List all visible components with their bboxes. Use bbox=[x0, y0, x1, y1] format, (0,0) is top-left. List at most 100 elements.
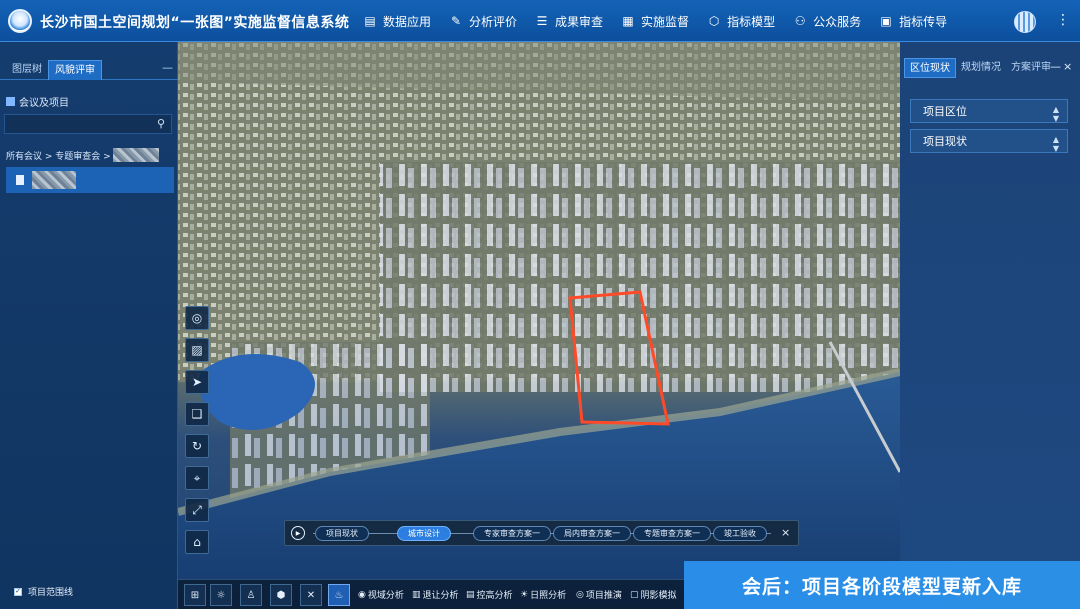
person-icon[interactable]: ♙ bbox=[240, 584, 262, 606]
minimize-icon[interactable]: — bbox=[1050, 60, 1061, 73]
breadcrumb-text[interactable]: 所有会议 > 专题审查会 > bbox=[6, 149, 111, 162]
shadow-icon: ▢ bbox=[630, 589, 639, 600]
analysis-toolbar: ⊞ ☼ ♙ ⬢ ✕ ♨ ◉ 视域分析 ▥ 退让分析 ▤ 控高分析 ☀ 日照分析 … bbox=[178, 579, 684, 609]
nav-label: 公众服务 bbox=[813, 14, 862, 29]
redacted-project-name bbox=[32, 171, 76, 189]
nav-data-application[interactable]: ▤ 数据应用 bbox=[355, 0, 441, 42]
function-label: 项目推演 bbox=[585, 591, 622, 601]
accordion-project-location[interactable]: 项目区位 ▲ ▼ bbox=[910, 99, 1068, 123]
app-logo-icon bbox=[8, 9, 32, 33]
sunlight-icon: ☀ bbox=[520, 589, 529, 600]
collapse-panel-button[interactable]: — bbox=[162, 61, 173, 74]
function-label: 控高分析 bbox=[476, 591, 513, 601]
play-icon[interactable]: ▶ bbox=[291, 526, 305, 540]
accordion-project-status[interactable]: 项目现状 ▲ ▼ bbox=[910, 129, 1068, 153]
cursor-icon[interactable]: ➤ bbox=[185, 370, 209, 394]
stage-timeline: ▶ 项目现状 城市设计 专家审查方案一 局内审查方案一 专题审查方案一 竣工验收… bbox=[284, 520, 799, 546]
map-tool-column: ◎ ▨ ➤ ❑ ↻ ⌖ ⤢ ⌂ bbox=[185, 306, 209, 562]
section-meetings-projects: 会议及项目 bbox=[6, 94, 69, 109]
function-label: 日照分析 bbox=[530, 591, 567, 601]
nav-implementation-supervision[interactable]: ▦ 实施监督 bbox=[613, 0, 699, 42]
3d-view-icon[interactable]: ⊞ bbox=[184, 584, 206, 606]
tab-layer-tree[interactable]: 图层树 bbox=[6, 60, 48, 80]
nav-label: 指标模型 bbox=[727, 14, 776, 29]
cube-icon[interactable]: ⬢ bbox=[270, 584, 292, 606]
section-title: 会议及项目 bbox=[19, 98, 69, 109]
analysis-icon: ✎ bbox=[450, 14, 462, 28]
accordion-label: 项目现状 bbox=[923, 135, 967, 148]
accordion-label: 项目区位 bbox=[923, 105, 967, 118]
app-header: 长沙市国土空间规划“一张图”实施监督信息系统 ▤ 数据应用 ✎ 分析评价 ☰ 成… bbox=[0, 0, 1080, 42]
stage-expert-review[interactable]: 专家审查方案一 bbox=[473, 526, 551, 541]
setback-icon: ▥ bbox=[412, 589, 421, 600]
caption-banner: 会后：项目各阶段模型更新入库 bbox=[684, 561, 1080, 609]
search-icon[interactable]: ⚲ bbox=[157, 117, 165, 130]
supervision-icon: ▦ bbox=[622, 14, 634, 28]
project-range-label: 项目范围线 bbox=[28, 588, 74, 598]
stage-special-review[interactable]: 专题审查方案一 bbox=[633, 526, 711, 541]
nav-indicator-transmission[interactable]: ▣ 指标传导 bbox=[871, 0, 957, 42]
bookmark-icon bbox=[6, 97, 15, 106]
search-input[interactable] bbox=[5, 115, 145, 133]
stage-internal-review[interactable]: 局内审查方案一 bbox=[553, 526, 631, 541]
tools-icon[interactable]: ✕ bbox=[300, 584, 322, 606]
height-control-analysis-button[interactable]: ▤ 控高分析 bbox=[466, 588, 513, 602]
model-icon: ⬡ bbox=[708, 14, 720, 28]
rotate-icon[interactable]: ↻ bbox=[185, 434, 209, 458]
tab-planning-info[interactable]: 规划情况 bbox=[956, 58, 1006, 78]
nav-analysis-evaluation[interactable]: ✎ 分析评价 bbox=[441, 0, 527, 42]
height-icon: ▤ bbox=[466, 589, 475, 600]
fullscreen-icon[interactable]: ⤢ bbox=[185, 498, 209, 522]
tab-style-review[interactable]: 风貌评审 bbox=[48, 60, 102, 80]
right-panel: 区位现状 规划情况 方案评审 — × 项目区位 ▲ ▼ 项目现状 ▲ ▼ bbox=[900, 42, 1080, 609]
sunlight-analysis-button[interactable]: ☀ 日照分析 bbox=[520, 588, 567, 602]
eye-icon: ◉ bbox=[358, 589, 366, 600]
app-title: 长沙市国土空间规划“一张图”实施监督信息系统 bbox=[40, 15, 350, 31]
chevron-updown-icon: ▲ ▼ bbox=[1052, 105, 1059, 123]
close-timeline-icon[interactable]: × bbox=[781, 526, 790, 539]
view-shed-analysis-button[interactable]: ◉ 视域分析 bbox=[358, 588, 404, 602]
square-select-icon[interactable]: ❑ bbox=[185, 402, 209, 426]
stage-project-status[interactable]: 项目现状 bbox=[315, 526, 369, 541]
avatar[interactable] bbox=[1014, 11, 1036, 33]
redacted-meeting-name bbox=[112, 148, 159, 162]
project-range-toggle[interactable]: ✓ 项目范围线 bbox=[14, 585, 73, 598]
main-nav: ▤ 数据应用 ✎ 分析评价 ☰ 成果审查 ▦ 实施监督 ⬡ 指标模型 ⚇ 公众服… bbox=[355, 0, 957, 42]
sun-icon[interactable]: ☼ bbox=[210, 584, 232, 606]
public-service-icon: ⚇ bbox=[794, 14, 806, 28]
more-menu-icon[interactable]: ⋮ bbox=[1056, 12, 1070, 28]
chevron-updown-icon: ▲ ▼ bbox=[1052, 135, 1059, 153]
breadcrumb: 所有会议 > 专题审查会 > bbox=[6, 148, 159, 162]
checkbox[interactable]: ✓ bbox=[14, 587, 22, 596]
tab-location-status[interactable]: 区位现状 bbox=[904, 58, 956, 78]
nav-label: 数据应用 bbox=[383, 14, 432, 29]
nav-result-review[interactable]: ☰ 成果审查 bbox=[527, 0, 613, 42]
nav-label: 实施监督 bbox=[641, 14, 690, 29]
shadow-simulation-button[interactable]: ▢ 阴影模拟 bbox=[630, 588, 677, 602]
setback-analysis-button[interactable]: ▥ 退让分析 bbox=[412, 588, 459, 602]
right-tabs: 区位现状 规划情况 方案评审 bbox=[904, 58, 1056, 78]
basket-icon[interactable]: ⌂ bbox=[185, 530, 209, 554]
fire-icon[interactable]: ♨ bbox=[328, 584, 350, 606]
review-icon: ☰ bbox=[536, 14, 548, 28]
database-icon: ▤ bbox=[364, 14, 376, 28]
map-layer-icon[interactable]: ▨ bbox=[185, 338, 209, 362]
left-panel: 图层树 风貌评审 — 会议及项目 ⚲ 所有会议 > 专题审查会 > ✓ 项目范围… bbox=[0, 42, 178, 609]
search-box: ⚲ bbox=[4, 114, 172, 134]
project-simulation-button[interactable]: ◎ 项目推演 bbox=[576, 588, 622, 602]
function-label: 阴影模拟 bbox=[640, 591, 677, 601]
nav-label: 指标传导 bbox=[899, 14, 948, 29]
nav-public-service[interactable]: ⚇ 公众服务 bbox=[785, 0, 871, 42]
transmission-icon: ▣ bbox=[880, 14, 892, 28]
stage-urban-design[interactable]: 城市设计 bbox=[397, 526, 451, 541]
file-icon bbox=[16, 175, 24, 185]
stage-completion-acceptance[interactable]: 竣工验收 bbox=[713, 526, 767, 541]
tree-item-project[interactable] bbox=[6, 167, 174, 193]
measure-icon[interactable]: ⌖ bbox=[185, 466, 209, 490]
close-icon[interactable]: × bbox=[1063, 60, 1072, 73]
locate-icon[interactable]: ◎ bbox=[185, 306, 209, 330]
nav-label: 分析评价 bbox=[469, 14, 518, 29]
tab-scheme-review[interactable]: 方案评审 bbox=[1006, 58, 1056, 78]
nav-indicator-model[interactable]: ⬡ 指标模型 bbox=[699, 0, 785, 42]
nav-label: 成果审查 bbox=[555, 14, 604, 29]
